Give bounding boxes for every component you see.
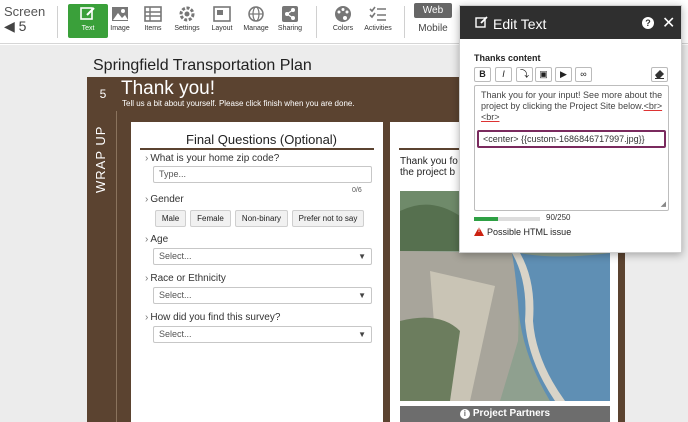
editor-paragraph: Thank you for your input! See more about… bbox=[481, 90, 663, 111]
mobile-view-button[interactable]: Mobile bbox=[414, 18, 452, 34]
zip-input[interactable]: Type... bbox=[153, 166, 372, 183]
layout-button-label: Layout bbox=[211, 25, 233, 32]
insert-link-button[interactable]: ∞ bbox=[575, 67, 592, 82]
gender-option-nonbinary[interactable]: Non-binary bbox=[235, 210, 288, 227]
info-icon: i bbox=[459, 409, 470, 419]
colors-button-label: Colors bbox=[332, 25, 354, 32]
insert-image-button[interactable]: ▣ bbox=[535, 67, 552, 82]
race-label: Race or Ethnicity bbox=[145, 273, 226, 284]
image-icon bbox=[112, 7, 128, 21]
br-tag: <br> bbox=[481, 112, 500, 122]
screen-heading[interactable]: Thank you! bbox=[121, 78, 215, 100]
step-number: 5 bbox=[99, 87, 107, 101]
help-icon[interactable]: ? bbox=[642, 17, 654, 29]
palette-icon bbox=[335, 6, 351, 22]
activities-button[interactable]: Activities bbox=[358, 4, 398, 38]
edit-icon bbox=[80, 7, 95, 20]
warning-icon bbox=[474, 227, 484, 236]
highlighted-html-line[interactable]: <center> {{custom-1686846717997.jpg}} bbox=[477, 130, 666, 148]
settings-button-label: Settings bbox=[174, 25, 200, 32]
char-count: 90/250 bbox=[546, 213, 571, 222]
view-toggle: Web Mobile bbox=[414, 3, 452, 34]
chevron-down-icon: ▼ bbox=[358, 291, 366, 300]
toolbar-divider bbox=[57, 6, 58, 38]
settings-button[interactable]: Settings bbox=[167, 4, 207, 38]
screen-selector[interactable]: Screen ◀ 5 bbox=[4, 4, 46, 34]
panel-header: Edit Text ? ✕ bbox=[460, 6, 681, 39]
clear-format-button[interactable] bbox=[651, 67, 668, 82]
text-button-label: Text bbox=[81, 25, 95, 32]
gender-option-female[interactable]: Female bbox=[190, 210, 231, 227]
gender-option-prefer-not[interactable]: Prefer not to say bbox=[292, 210, 364, 227]
section-tab-label: WRAP UP bbox=[93, 125, 108, 193]
close-icon[interactable]: ✕ bbox=[662, 13, 675, 33]
age-select-value: Select... bbox=[159, 251, 192, 261]
layout-icon bbox=[213, 6, 231, 22]
insert-button[interactable]: ⤵ bbox=[516, 67, 533, 82]
br-tag: <br> bbox=[643, 101, 663, 111]
resize-handle-icon[interactable]: ◢ bbox=[661, 200, 666, 208]
thanks-preview-line: the project b bbox=[400, 167, 456, 178]
web-view-button[interactable]: Web bbox=[414, 3, 452, 18]
project-title: Springfield Transportation Plan bbox=[93, 57, 312, 74]
content-editor[interactable]: Thank you for your input! See more about… bbox=[474, 85, 669, 211]
race-select[interactable]: Select... ▼ bbox=[153, 287, 372, 304]
chevron-down-icon: ▼ bbox=[358, 330, 366, 339]
race-select-value: Select... bbox=[159, 290, 192, 300]
char-limit-progress-fill bbox=[474, 217, 498, 221]
zip-placeholder: Type... bbox=[159, 169, 187, 179]
activities-button-label: Activities bbox=[364, 25, 392, 32]
thanks-content-preview[interactable]: Thank you fo the project b bbox=[400, 156, 465, 178]
bold-button[interactable]: B bbox=[474, 67, 491, 82]
insert-video-button[interactable]: ▶ bbox=[555, 67, 572, 82]
colors-button[interactable]: Colors bbox=[323, 4, 363, 38]
card-title-rule bbox=[140, 148, 374, 150]
edit-text-panel: Edit Text ? ✕ Thanks content B I ⤵ ▣ ▶ ∞… bbox=[459, 5, 682, 253]
found-select[interactable]: Select... ▼ bbox=[153, 326, 372, 343]
globe-icon bbox=[248, 6, 264, 22]
project-partners-button[interactable]: i Project Partners bbox=[400, 406, 610, 422]
html-warning: Possible HTML issue bbox=[474, 227, 571, 237]
screen-number: ◀ 5 bbox=[4, 18, 27, 34]
found-select-value: Select... bbox=[159, 329, 192, 339]
chevron-down-icon: ▼ bbox=[358, 252, 366, 261]
toolbar-divider bbox=[404, 6, 405, 38]
char-limit-progress bbox=[474, 217, 540, 221]
sharing-button[interactable]: Sharing bbox=[270, 4, 310, 38]
manage-button-label: Manage bbox=[243, 25, 269, 32]
age-select[interactable]: Select... ▼ bbox=[153, 248, 372, 265]
list-icon bbox=[144, 6, 162, 22]
found-label: How did you find this survey? bbox=[145, 312, 280, 323]
italic-button[interactable]: I bbox=[495, 67, 512, 82]
gear-icon bbox=[179, 6, 195, 22]
toolbar-divider bbox=[316, 6, 317, 38]
panel-title: Edit Text bbox=[493, 16, 547, 32]
zip-label: What is your home zip code? bbox=[145, 153, 279, 164]
sharing-button-label: Sharing bbox=[277, 25, 303, 32]
screen-label: Screen bbox=[4, 4, 46, 19]
project-partners-label: Project Partners bbox=[472, 408, 551, 419]
image-button-label: Image bbox=[110, 25, 130, 32]
final-questions-title: Final Questions (Optional) bbox=[186, 132, 338, 147]
share-icon bbox=[282, 6, 298, 22]
items-button-label: Items bbox=[144, 25, 162, 32]
html-warning-text: Possible HTML issue bbox=[487, 227, 572, 237]
checklist-icon bbox=[369, 6, 386, 21]
zip-char-counter: 0/6 bbox=[352, 187, 362, 194]
gender-option-male[interactable]: Male bbox=[155, 210, 186, 227]
edit-icon bbox=[475, 16, 488, 28]
content-section-label: Thanks content bbox=[474, 53, 541, 63]
thanks-preview-line: Thank you fo bbox=[400, 156, 458, 167]
screen-subheading[interactable]: Tell us a bit about yourself. Please cli… bbox=[122, 99, 355, 108]
eraser-icon bbox=[655, 70, 664, 79]
gender-label: Gender bbox=[145, 194, 183, 205]
age-label: Age bbox=[145, 234, 168, 245]
editor-text: Thank you for your input! See more about… bbox=[481, 90, 665, 123]
